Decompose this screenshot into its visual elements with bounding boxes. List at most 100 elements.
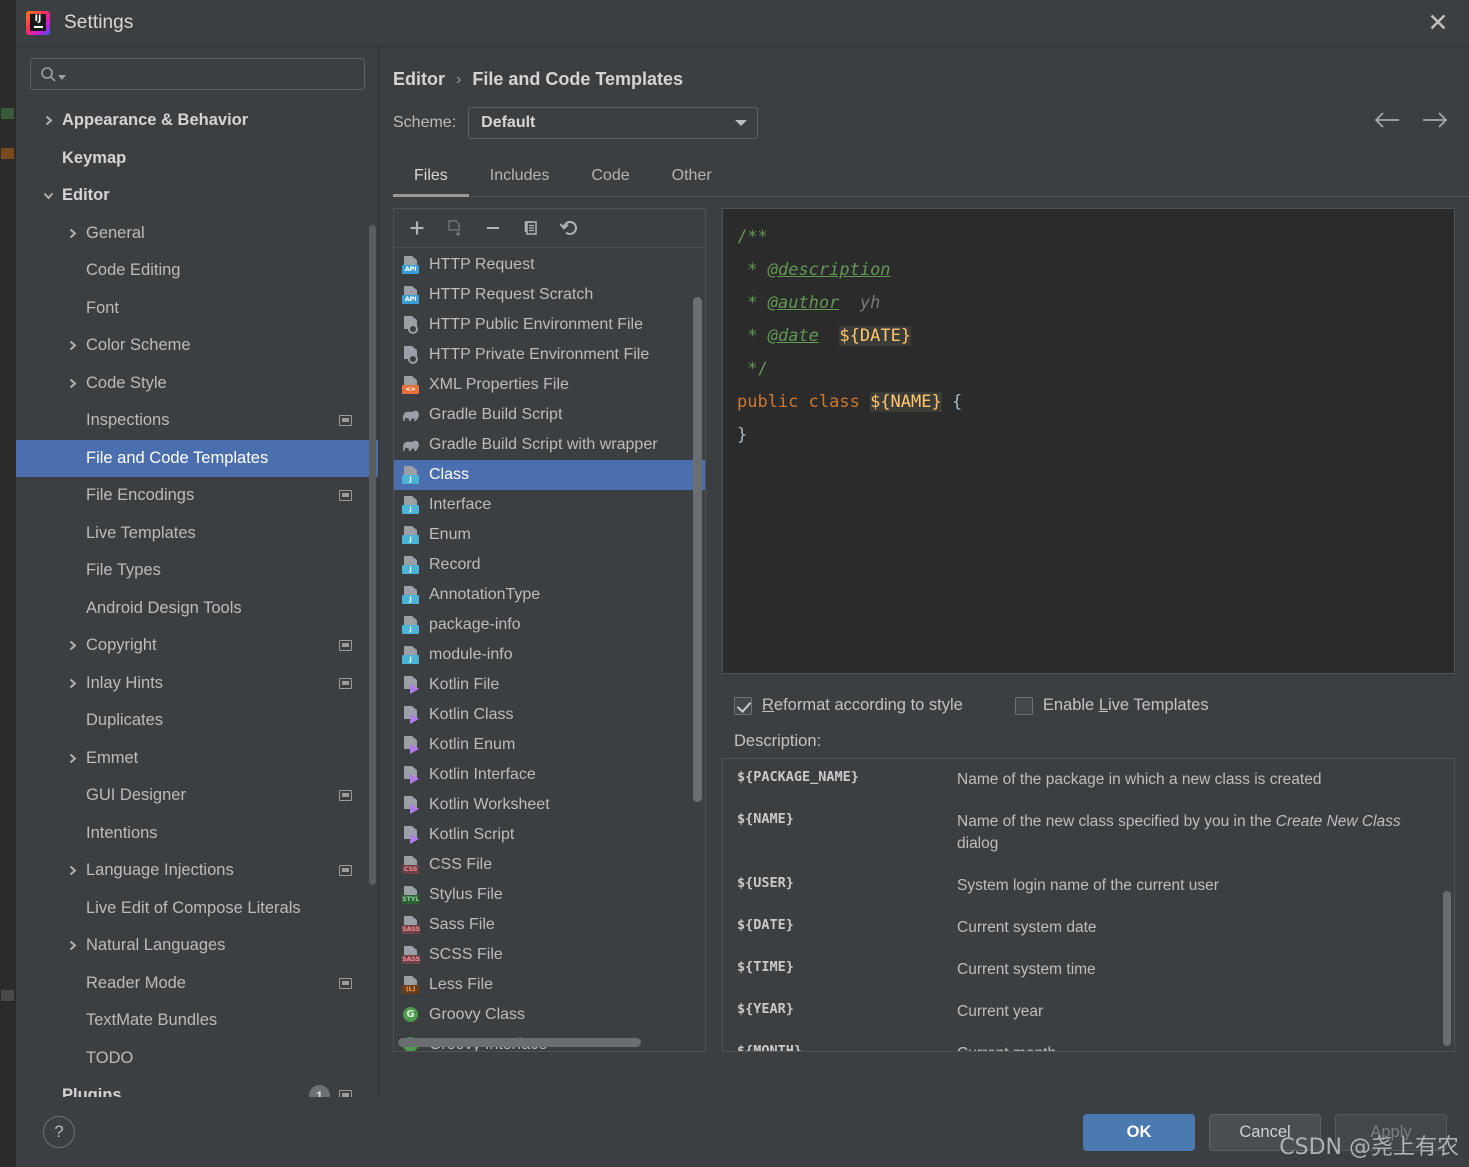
chevron-right-icon[interactable] — [65, 939, 79, 953]
logo-text: IJ — [34, 14, 42, 24]
template-code-editor[interactable]: /** * @description * @author yh * @date … — [722, 208, 1455, 674]
sidebar-item-android-design-tools[interactable]: Android Design Tools — [16, 590, 378, 628]
tab-includes[interactable]: Includes — [469, 159, 571, 196]
create-child-template-button[interactable] — [442, 215, 468, 241]
chevron-down-icon[interactable] — [41, 189, 55, 203]
template-list-item[interactable]: SASS SCSS File — [394, 940, 705, 970]
template-list-item[interactable]: Kotlin Script — [394, 820, 705, 850]
template-list-item[interactable]: API HTTP Request Scratch — [394, 280, 705, 310]
description-panel[interactable]: ${PACKAGE_NAME} Name of the package in wh… — [722, 758, 1455, 1052]
file-list-horizontal-scrollbar[interactable] — [398, 1038, 641, 1047]
file-list-vertical-scrollbar[interactable] — [693, 297, 702, 802]
template-list-item[interactable]: <> XML Properties File — [394, 370, 705, 400]
tab-other[interactable]: Other — [651, 159, 733, 196]
chevron-right-icon[interactable] — [65, 864, 79, 878]
template-list-item[interactable]: Kotlin Interface — [394, 760, 705, 790]
template-list-item[interactable]: J Interface — [394, 490, 705, 520]
add-template-button[interactable] — [404, 215, 430, 241]
cancel-button[interactable]: Cancel — [1209, 1113, 1321, 1151]
sidebar-item-editor[interactable]: Editor — [16, 177, 378, 215]
settings-tree[interactable]: Appearance & Behavior Keymap Editor General… — [16, 100, 378, 1097]
sidebar-item-live-edit-of-compose-literals[interactable]: Live Edit of Compose Literals — [16, 890, 378, 928]
template-list-item[interactable]: J AnnotationType — [394, 580, 705, 610]
sidebar-item-textmate-bundles[interactable]: TextMate Bundles — [16, 1002, 378, 1040]
template-list-item[interactable]: J Enum — [394, 520, 705, 550]
copy-template-button[interactable] — [518, 215, 544, 241]
tab-files[interactable]: Files — [393, 159, 469, 197]
template-list-item[interactable]: CSS CSS File — [394, 850, 705, 880]
template-list-item[interactable]: Jmodule-info — [394, 640, 705, 670]
live-templates-checkbox[interactable] — [1014, 696, 1033, 715]
reset-template-button[interactable] — [556, 215, 582, 241]
chevron-right-icon[interactable] — [41, 114, 55, 128]
description-row: ${MONTH} Current month — [723, 1033, 1454, 1051]
help-icon[interactable]: ? — [43, 1116, 75, 1148]
sidebar-item-font[interactable]: Font — [16, 290, 378, 328]
sidebar-item-live-templates[interactable]: Live Templates — [16, 515, 378, 553]
sidebar-item-file-types[interactable]: File Types — [16, 552, 378, 590]
forward-arrow-icon[interactable] — [1422, 111, 1450, 129]
chevron-right-icon[interactable] — [65, 639, 79, 653]
template-list-item[interactable]: (L) Less File — [394, 970, 705, 1000]
sidebar-item-general[interactable]: General — [16, 215, 378, 253]
template-list-item[interactable]: Kotlin Enum — [394, 730, 705, 760]
template-list-item[interactable]: API HTTP Request — [394, 250, 705, 280]
chevron-right-icon[interactable] — [65, 751, 79, 765]
template-list-item[interactable]: Kotlin Class — [394, 700, 705, 730]
sidebar-item-label: File Encodings — [86, 486, 195, 505]
sidebar-item-intentions[interactable]: Intentions — [16, 815, 378, 853]
template-list-item[interactable]: G Groovy Class — [394, 1000, 705, 1030]
template-list-item-label: Interface — [429, 496, 492, 513]
tab-code[interactable]: Code — [570, 159, 650, 196]
breadcrumb-parent[interactable]: Editor — [393, 69, 445, 90]
template-list-item-label: AnnotationType — [429, 586, 541, 603]
sidebar-item-gui-designer[interactable]: GUI Designer — [16, 777, 378, 815]
template-list-item[interactable]: J Class — [394, 460, 705, 490]
ide-background-strip — [0, 0, 16, 1167]
sidebar-item-appearance-behavior[interactable]: Appearance & Behavior — [16, 102, 378, 140]
sidebar-item-todo[interactable]: TODO — [16, 1040, 378, 1078]
sidebar-item-file-and-code-templates[interactable]: File and Code Templates — [16, 439, 378, 477]
code-token: /** — [737, 227, 768, 247]
template-list-item[interactable]: Gradle Build Script with wrapper — [394, 430, 705, 460]
sidebar-item-inlay-hints[interactable]: Inlay Hints — [16, 665, 378, 703]
sidebar-item-file-encodings[interactable]: File Encodings — [16, 477, 378, 515]
template-list-item[interactable]: Jpackage-info — [394, 610, 705, 640]
sidebar-item-plugins[interactable]: Plugins 1 — [16, 1077, 378, 1097]
sidebar-item-code-editing[interactable]: Code Editing — [16, 252, 378, 290]
template-list-item[interactable]: HTTP Private Environment File — [394, 340, 705, 370]
ok-button[interactable]: OK — [1083, 1113, 1195, 1151]
sidebar-item-duplicates[interactable]: Duplicates — [16, 702, 378, 740]
template-list-item[interactable]: Gradle Build Script — [394, 400, 705, 430]
chevron-right-icon[interactable] — [65, 226, 79, 240]
sidebar-item-natural-languages[interactable]: Natural Languages — [16, 927, 378, 965]
reformat-checkbox[interactable] — [734, 696, 752, 715]
apply-button[interactable]: Apply — [1335, 1113, 1447, 1151]
template-list-item[interactable]: HTTP Public Environment File — [394, 310, 705, 340]
description-scrollbar[interactable] — [1443, 891, 1451, 1046]
template-file-list[interactable]: API HTTP Request API HTTP Request Scratch HT… — [394, 248, 705, 1051]
template-list-item[interactable]: STYL Stylus File — [394, 880, 705, 910]
template-list-item[interactable]: SASS Sass File — [394, 910, 705, 940]
sidebar-item-color-scheme[interactable]: Color Scheme — [16, 327, 378, 365]
search-box[interactable] — [30, 58, 365, 90]
back-arrow-icon[interactable] — [1372, 111, 1400, 129]
chevron-right-icon[interactable] — [65, 339, 79, 353]
sidebar-item-keymap[interactable]: Keymap — [16, 140, 378, 178]
sidebar-item-inspections[interactable]: Inspections — [16, 402, 378, 440]
sidebar-item-reader-mode[interactable]: Reader Mode — [16, 965, 378, 1003]
sidebar-scrollbar[interactable] — [369, 225, 376, 885]
scheme-select[interactable]: Default — [468, 107, 759, 139]
remove-template-button[interactable] — [480, 215, 506, 241]
template-list-item[interactable]: J Record — [394, 550, 705, 580]
sidebar-item-language-injections[interactable]: Language Injections — [16, 852, 378, 890]
template-list-item[interactable]: Kotlin File — [394, 670, 705, 700]
sidebar-item-copyright[interactable]: Copyright — [16, 627, 378, 665]
sidebar-item-emmet[interactable]: Emmet — [16, 740, 378, 778]
search-input[interactable] — [72, 66, 355, 82]
chevron-right-icon[interactable] — [65, 676, 79, 690]
chevron-right-icon[interactable] — [65, 376, 79, 390]
template-list-item[interactable]: Kotlin Worksheet — [394, 790, 705, 820]
sidebar-item-code-style[interactable]: Code Style — [16, 365, 378, 403]
close-icon[interactable]: ✕ — [1423, 8, 1453, 38]
